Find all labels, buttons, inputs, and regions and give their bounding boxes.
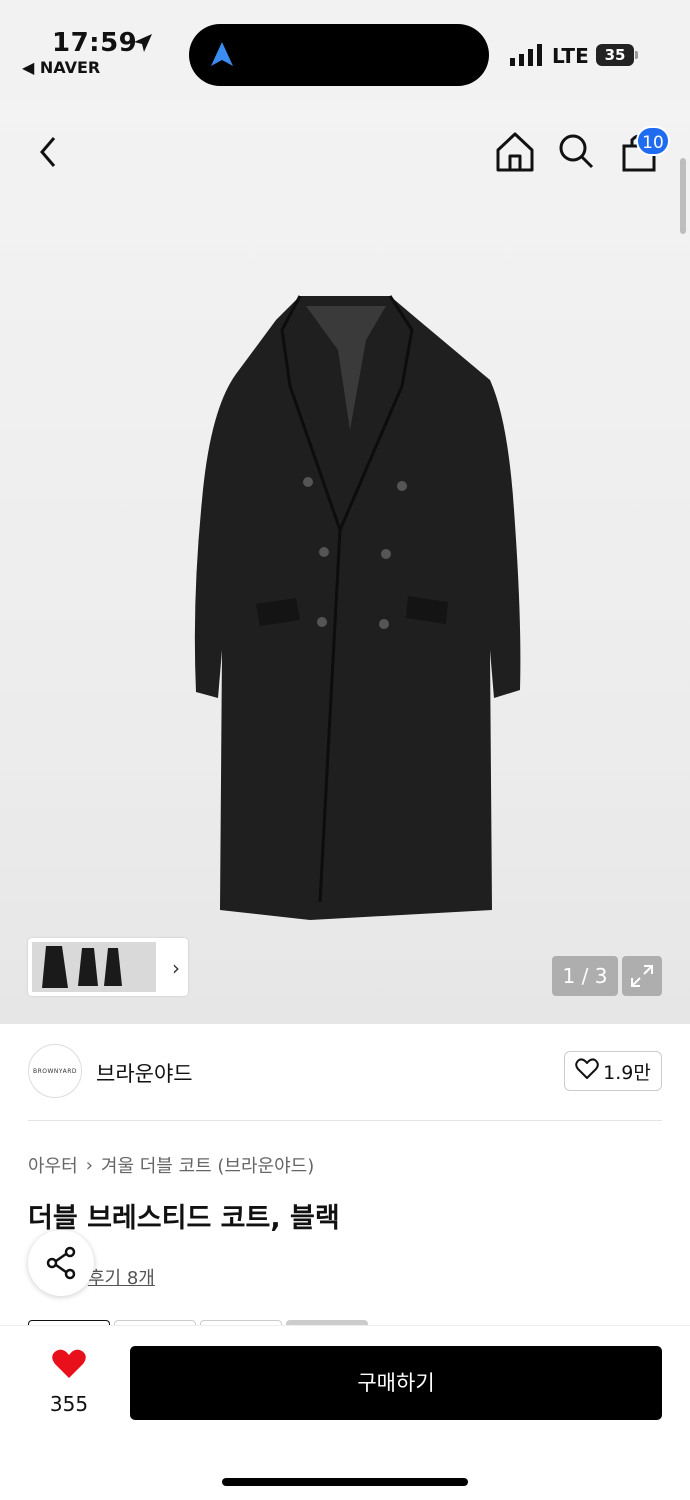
breadcrumb: 아우터 › 겨울 더블 코트 (브라운야드) bbox=[28, 1152, 314, 1178]
back-arrow-icon[interactable] bbox=[28, 130, 68, 174]
location-arrow-icon bbox=[132, 32, 154, 58]
product-gallery[interactable]: 10 › 1 / 3 bbox=[0, 100, 690, 1024]
share-icon bbox=[44, 1246, 78, 1284]
thumbnail-strip[interactable]: › bbox=[28, 938, 188, 996]
heart-filled-icon bbox=[51, 1349, 87, 1384]
breadcrumb-item-subcategory[interactable]: 겨울 더블 코트 (브라운야드) bbox=[101, 1152, 314, 1178]
chevron-right-icon: › bbox=[85, 1154, 93, 1176]
navigation-arrow-icon bbox=[209, 40, 235, 72]
status-time: 17:59 bbox=[52, 28, 138, 58]
breadcrumb-item-category[interactable]: 아우터 bbox=[28, 1152, 78, 1178]
search-icon[interactable] bbox=[556, 130, 596, 174]
status-bar: 17:59 ◀ NAVER LTE 35 bbox=[0, 0, 690, 100]
buy-button[interactable]: 구매하기 bbox=[130, 1346, 662, 1420]
brand-logo[interactable]: BROWNYARD bbox=[28, 1044, 82, 1098]
wishlist-button[interactable]: 355 bbox=[36, 1348, 102, 1416]
back-to-app-link[interactable]: ◀ NAVER bbox=[22, 58, 100, 77]
brand-like-button[interactable]: 1.9만 bbox=[564, 1051, 662, 1091]
home-icon[interactable] bbox=[494, 130, 536, 174]
chevron-right-icon[interactable]: › bbox=[172, 956, 180, 980]
share-button[interactable] bbox=[28, 1230, 94, 1296]
review-link[interactable]: 후기 8개 bbox=[88, 1264, 155, 1290]
product-title: 더블 브레스티드 코트, 블랙 bbox=[28, 1203, 340, 1234]
image-page-counter: 1 / 3 bbox=[552, 956, 618, 996]
expand-icon[interactable] bbox=[622, 956, 662, 996]
cart-count-badge: 10 bbox=[636, 126, 670, 156]
brand-name[interactable]: 브라운야드 bbox=[96, 1058, 193, 1088]
battery-icon: 35 bbox=[596, 44, 638, 66]
brand-like-count: 1.9만 bbox=[603, 1061, 651, 1084]
signal-icon bbox=[510, 44, 544, 70]
wishlist-count: 355 bbox=[49, 1392, 89, 1416]
coat-product-image[interactable] bbox=[190, 290, 526, 934]
home-indicator[interactable] bbox=[222, 1478, 468, 1486]
divider bbox=[28, 1120, 662, 1121]
network-type: LTE bbox=[552, 44, 589, 68]
scrollbar[interactable] bbox=[680, 158, 686, 234]
thumbnail-image[interactable] bbox=[32, 942, 156, 992]
dynamic-island bbox=[189, 24, 489, 86]
heart-outline-icon bbox=[575, 1057, 599, 1085]
